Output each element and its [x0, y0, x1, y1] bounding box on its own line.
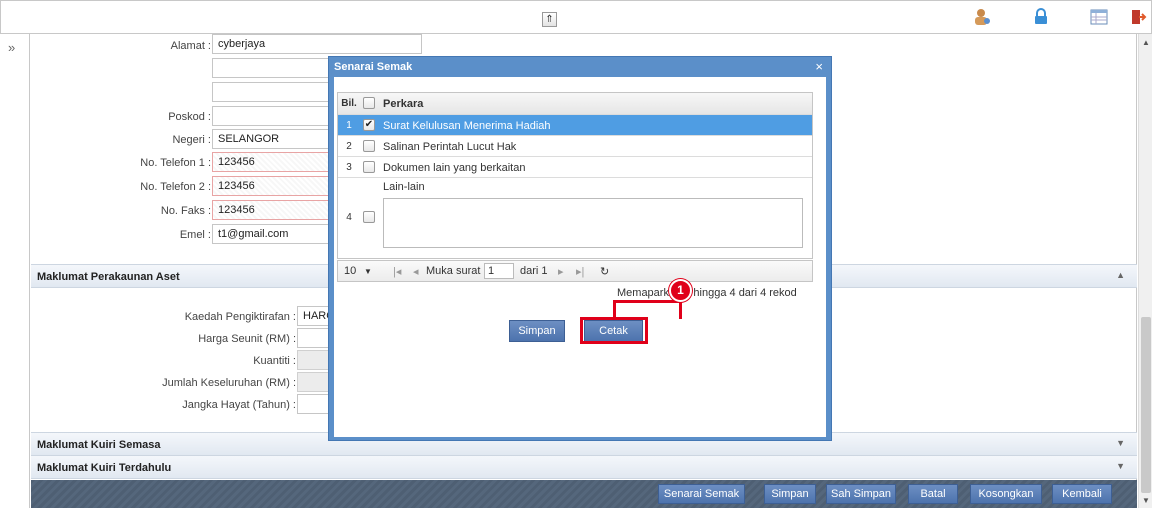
page-label: Muka surat [426, 265, 481, 277]
section-kuiri-terdahulu-header[interactable]: Maklumat Kuiri Terdahulu ▼ [31, 455, 1137, 479]
grid-header-perkara: Perkara [383, 98, 424, 110]
scroll-up-icon[interactable]: ▲ [1142, 38, 1150, 47]
row-number: 2 [346, 141, 352, 152]
alamat-label: Alamat : [170, 40, 211, 52]
row-number: 1 [346, 120, 352, 131]
scrollbar[interactable]: ▲ ▼ [1138, 34, 1152, 508]
tel2-label: No. Telefon 2 : [140, 181, 211, 193]
footer-toolbar: Senarai Semak Simpan Sah Simpan Batal Ko… [31, 480, 1137, 508]
expand-sidebar-icon[interactable]: » [8, 40, 15, 55]
row-checkbox[interactable] [363, 161, 375, 173]
close-icon[interactable]: × [815, 59, 823, 74]
faks-input[interactable]: 123456 [212, 200, 332, 220]
row-label: Dokumen lain yang berkaitan [383, 162, 526, 174]
top-bar: ⇑ [0, 0, 1152, 34]
emel-label: Emel : [179, 229, 211, 241]
jumlah-label: Jumlah Keseluruhan (RM) : [162, 377, 296, 389]
dialog-body: Bil. Perkara 1 ✔ Surat Kelulusan Menerim… [334, 77, 826, 437]
lain-lain-textarea[interactable] [383, 198, 803, 248]
row-label: Salinan Perintah Lucut Hak [383, 141, 517, 153]
prev-page-icon[interactable]: ◂ [413, 265, 419, 278]
first-page-icon[interactable]: |◂ [393, 265, 401, 278]
dialog-simpan-button[interactable]: Simpan [509, 320, 565, 342]
row-checkbox[interactable] [363, 211, 375, 223]
table-row[interactable]: 3 Dokumen lain yang berkaitan [338, 157, 812, 178]
grid-header-bil: Bil. [341, 98, 357, 109]
row-label: Surat Kelulusan Menerima Hadiah [383, 120, 551, 132]
row-checkbox[interactable] [363, 140, 375, 152]
section-kuiri-semasa-title: Maklumat Kuiri Semasa [37, 439, 161, 451]
lock-icon[interactable] [1032, 8, 1050, 26]
batal-button[interactable]: Batal [908, 484, 958, 504]
table-row[interactable]: 2 Salinan Perintah Lucut Hak [338, 136, 812, 157]
hayat-label: Jangka Hayat (Tahun) : [182, 399, 296, 411]
dropdown-arrow-icon[interactable]: ▼ [364, 267, 372, 276]
row-checkbox-checked[interactable]: ✔ [363, 119, 375, 131]
callout-line-horizontal [613, 300, 682, 303]
negeri-select[interactable]: SELANGOR [212, 129, 332, 149]
logout-icon[interactable] [1129, 8, 1147, 26]
alamat-input-1[interactable]: cyberjaya [212, 34, 422, 54]
section-aset-title: Maklumat Perakaunan Aset [37, 271, 180, 283]
alamat-input-3[interactable] [212, 82, 332, 102]
chevron-down-icon: ▼ [1116, 438, 1125, 448]
kuantiti-label: Kuantiti : [253, 355, 296, 367]
faks-label: No. Faks : [160, 205, 211, 217]
poskod-label: Poskod : [168, 111, 211, 123]
pager-info: Memaparkan 1 hingga 4 dari 4 rekod [617, 287, 797, 299]
kembali-button[interactable]: Kembali [1052, 484, 1112, 504]
alamat-input-2[interactable] [212, 58, 332, 78]
tel1-input[interactable]: 123456 [212, 152, 332, 172]
scroll-thumb[interactable] [1141, 317, 1151, 493]
senarai-semak-button[interactable]: Senarai Semak [658, 484, 745, 504]
negeri-label: Negeri : [172, 134, 211, 146]
next-page-icon[interactable]: ▸ [558, 265, 564, 278]
table-row[interactable]: 1 ✔ Surat Kelulusan Menerima Hadiah [338, 115, 812, 136]
table-icon[interactable] [1090, 8, 1108, 26]
section-kuiri-terdahulu-title: Maklumat Kuiri Terdahulu [37, 462, 172, 474]
scroll-down-icon[interactable]: ▼ [1142, 496, 1150, 505]
user-settings-icon[interactable] [973, 8, 991, 26]
collapse-header-button[interactable]: ⇑ [542, 12, 557, 27]
emel-input[interactable]: t1@gmail.com [212, 224, 332, 244]
page-of-label: dari 1 [520, 265, 548, 277]
senarai-semak-dialog: Senarai Semak × Bil. Perkara 1 ✔ Surat K… [328, 56, 832, 441]
tel1-label: No. Telefon 1 : [140, 157, 211, 169]
checklist-grid: Bil. Perkara 1 ✔ Surat Kelulusan Menerim… [337, 92, 813, 259]
kaedah-label: Kaedah Pengiktirafan : [184, 311, 296, 323]
callout-line-drop [613, 300, 616, 318]
chevron-up-icon: ▲ [1116, 270, 1125, 280]
dialog-title: Senarai Semak [334, 61, 413, 73]
page-number-input[interactable]: 1 [484, 263, 514, 279]
sah-simpan-button[interactable]: Sah Simpan [826, 484, 896, 504]
row-number: 4 [346, 212, 352, 223]
chevron-down-icon: ▼ [1116, 461, 1125, 471]
tel2-input[interactable]: 123456 [212, 176, 332, 196]
row-number: 3 [346, 162, 352, 173]
refresh-icon[interactable]: ↻ [600, 265, 609, 278]
page-size-select[interactable]: 10 [344, 265, 356, 277]
poskod-input[interactable] [212, 106, 332, 126]
kosongkan-button[interactable]: Kosongkan [970, 484, 1042, 504]
last-page-icon[interactable]: ▸| [576, 265, 584, 278]
cetak-highlight-box [580, 317, 648, 344]
grid-header-row: Bil. Perkara [338, 93, 812, 115]
select-all-checkbox[interactable] [363, 97, 375, 109]
step-callout-badge: 1 [669, 279, 692, 302]
simpan-button[interactable]: Simpan [764, 484, 816, 504]
left-sidebar: » [0, 34, 30, 508]
grid-pager: 10 ▼ |◂ ◂ Muka surat 1 dari 1 ▸ ▸| ↻ [337, 260, 813, 282]
table-row[interactable]: 4 Lain-lain [338, 178, 812, 258]
row-label: Lain-lain [383, 181, 425, 193]
harga-label: Harga Seunit (RM) : [198, 333, 296, 345]
